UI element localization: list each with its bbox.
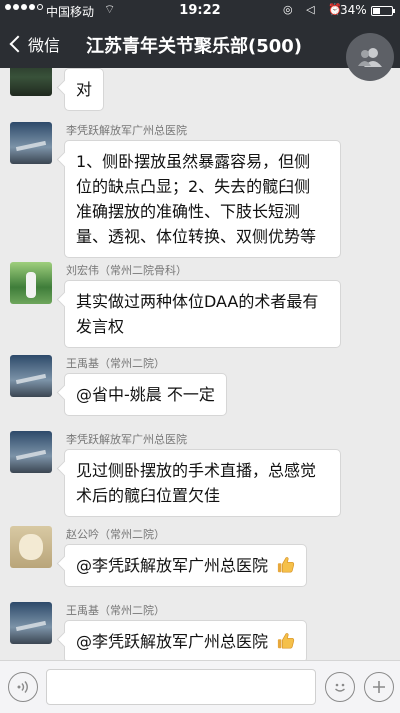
message-line: 其实做过两种体位DAA的术者最有 — [76, 292, 319, 311]
sender-name: 王禹基（常州二院） — [66, 357, 165, 370]
emoji-button[interactable] — [325, 672, 355, 702]
avatar[interactable] — [10, 122, 52, 164]
message-input[interactable] — [46, 669, 316, 705]
message-line: 发言权 — [76, 317, 125, 336]
nav-bar: 微信 江苏青年关节聚乐部(500) — [0, 20, 400, 81]
sender-name: 赵公吟（常州二院） — [66, 528, 165, 541]
message-line: 量、透视、体位转换、双侧优势等 — [76, 227, 317, 246]
sender-name: 李凭跃解放军广州总医院 — [66, 433, 187, 446]
emoji-icon — [335, 683, 345, 692]
thumbs-up-icon — [278, 633, 295, 649]
back-label: 微信 — [28, 36, 61, 55]
chat-message-list[interactable]: 对 李凭跃解放军广州总医院 1、侧卧摆放虽然暴露容易，但侧 位的缺点凸显；2、失… — [0, 68, 400, 660]
message-bubble[interactable]: @省中-姚晨 不一定 — [64, 373, 227, 416]
avatar[interactable] — [10, 602, 52, 644]
message-bubble[interactable]: 见过侧卧摆放的手术直播，总感觉 术后的髋臼位置欠佳 — [64, 449, 341, 517]
message-text: 对 — [76, 80, 93, 99]
avatar[interactable] — [10, 431, 52, 473]
chevron-left-icon — [9, 35, 27, 53]
sender-name: 王禹基（常州二院） — [66, 604, 165, 617]
message-line: 准确摆放的准确性、下肢长短测 — [76, 202, 301, 221]
avatar[interactable] — [10, 262, 52, 304]
avatar[interactable] — [10, 355, 52, 397]
battery-icon — [371, 6, 395, 16]
status-indicator-icons: ◎ ◁ ⏰ — [283, 3, 347, 16]
status-bar: 中国移动 ⌔ 19:22 ◎ ◁ ⏰ 34% — [0, 0, 400, 20]
message-text: @李凭跃解放军广州总医院 — [76, 556, 269, 575]
avatar[interactable] — [10, 68, 52, 96]
more-button[interactable] — [364, 672, 394, 702]
battery-percent: 34% — [340, 3, 367, 17]
message-line: 位的缺点凸显；2、失去的髋臼侧 — [76, 177, 311, 196]
message-line: 见过侧卧摆放的手术直播，总感觉 — [76, 461, 317, 480]
voice-icon — [17, 681, 28, 693]
sender-name: 李凭跃解放军广州总医院 — [66, 124, 187, 137]
message-bubble[interactable]: 其实做过两种体位DAA的术者最有 发言权 — [64, 280, 341, 348]
thumbs-up-icon — [278, 557, 295, 573]
back-button[interactable]: 微信 — [8, 32, 60, 56]
message-bubble[interactable]: @李凭跃解放军广州总医院 — [64, 544, 308, 587]
sender-name: 刘宏伟（常州二院骨科） — [66, 264, 187, 277]
message-text: @省中-姚晨 不一定 — [76, 385, 215, 404]
plus-icon — [373, 681, 385, 693]
avatar[interactable] — [10, 526, 52, 568]
message-bubble[interactable]: @李凭跃解放军广州总医院 — [64, 620, 308, 660]
message-line: 术后的髋臼位置欠佳 — [76, 486, 221, 505]
voice-button[interactable] — [8, 672, 38, 702]
chat-title: 江苏青年关节聚乐部(500) — [86, 36, 303, 57]
message-bubble[interactable]: 对 — [64, 68, 105, 111]
message-line: 1、侧卧摆放虽然暴露容易，但侧 — [76, 152, 311, 171]
message-text: @李凭跃解放军广州总医院 — [76, 632, 269, 651]
message-bubble[interactable]: 1、侧卧摆放虽然暴露容易，但侧 位的缺点凸显；2、失去的髋臼侧 准确摆放的准确性… — [64, 140, 341, 258]
group-members-icon — [358, 48, 382, 67]
input-bar — [0, 660, 400, 713]
